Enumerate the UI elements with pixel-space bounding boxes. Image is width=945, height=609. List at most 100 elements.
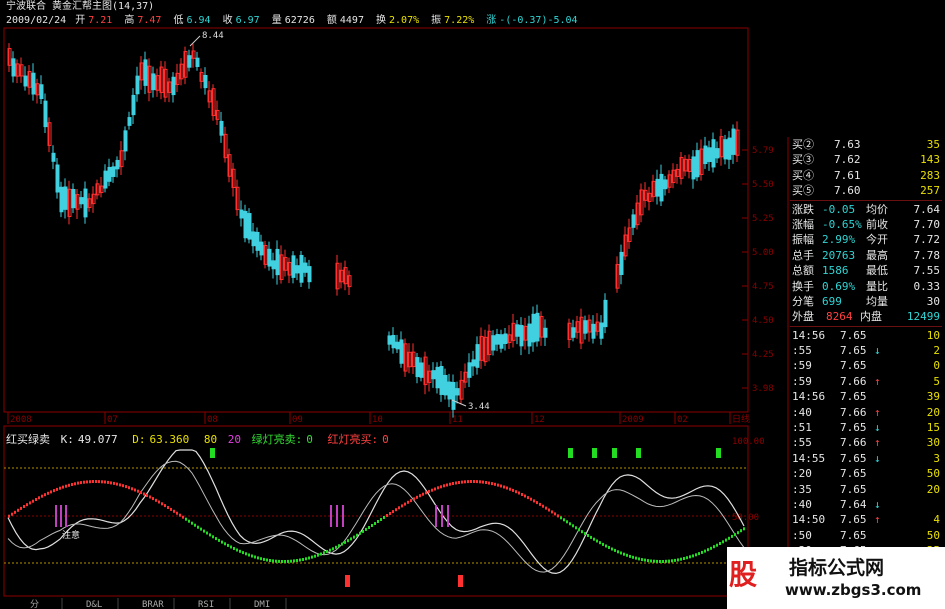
- watermark-logo: 股: [729, 558, 758, 591]
- candlestick: [527, 323, 532, 347]
- trend-dot: [164, 504, 166, 508]
- candlestick: [619, 251, 624, 275]
- tick-row[interactable]: :35 7.65 20: [790, 482, 942, 497]
- tick-row[interactable]: :55 7.65 ↓ 2: [790, 343, 942, 358]
- open-label: 开: [75, 15, 86, 26]
- trend-dot: [80, 481, 82, 485]
- candlestick: [419, 362, 424, 378]
- trend-dot: [524, 494, 526, 498]
- tick-row[interactable]: :51 7.65 ↓ 15: [790, 420, 942, 435]
- trend-dot: [512, 488, 514, 492]
- bid-volume: 35: [926, 138, 940, 151]
- x-tick-label: 12: [534, 415, 545, 425]
- trend-dot: [359, 531, 361, 535]
- trend-dot: [422, 492, 424, 496]
- trend-dot: [635, 556, 637, 560]
- stat-value: 2.99%: [822, 233, 856, 247]
- amount-value: 4497: [339, 15, 364, 26]
- bid-label: 买②: [792, 138, 814, 151]
- trend-dot: [326, 550, 328, 553]
- trend-dot: [335, 545, 337, 549]
- trend-dot: [611, 547, 613, 551]
- panel-divider: [790, 325, 942, 327]
- trend-dot: [107, 480, 109, 484]
- trend-dot: [362, 529, 364, 533]
- indicator-tab[interactable]: DMI: [254, 600, 270, 609]
- stat-value: 699: [822, 294, 842, 308]
- indicator-name[interactable]: 红买绿卖: [6, 433, 50, 446]
- stat-value: 1586: [822, 264, 849, 278]
- amount-label: 额: [326, 15, 337, 26]
- trend-dot: [545, 506, 547, 510]
- trend-dot: [485, 481, 487, 484]
- attention-bar: [435, 505, 437, 527]
- buy-signal-bar: [458, 575, 463, 587]
- trend-dot: [449, 482, 451, 486]
- tick-row[interactable]: :59 7.66 ↑ 5: [790, 374, 942, 389]
- indicator-tab[interactable]: RSI: [198, 600, 214, 609]
- candlestick: [727, 137, 732, 160]
- x-tick-label: 02: [677, 415, 688, 425]
- trend-dot: [407, 500, 409, 504]
- stock-name[interactable]: 宁波联合: [6, 1, 46, 12]
- trend-dot: [710, 546, 712, 550]
- tick-row[interactable]: :55 7.66 ↑ 30: [790, 435, 942, 450]
- candlestick: [439, 365, 444, 395]
- tick-volume: 50: [926, 467, 940, 481]
- trend-dot: [731, 534, 733, 538]
- candlestick: [571, 327, 576, 338]
- indicator-tab[interactable]: BRAR: [142, 600, 164, 609]
- trend-dot: [500, 484, 502, 488]
- candlestick: [79, 197, 84, 205]
- tick-row[interactable]: 14:56 7.65 39: [790, 389, 942, 404]
- tick-row[interactable]: :50 7.65 50: [790, 528, 942, 543]
- tick-row[interactable]: 14:50 7.65 ↑ 4: [790, 512, 942, 527]
- stat-label: 总手: [792, 248, 814, 262]
- trend-dot: [461, 480, 463, 484]
- trend-dot: [518, 491, 520, 495]
- trend-dot: [116, 482, 118, 486]
- stock-terminal-window: 5.79 5.50 5.25 5.00 4.75 4.50 4.25 3.98 2008 07 08…: [0, 0, 945, 609]
- tick-row[interactable]: :20 7.65 50: [790, 466, 942, 481]
- trend-dot: [185, 517, 187, 521]
- tick-row[interactable]: :40 7.64 ↓: [790, 497, 942, 512]
- trend-dot: [98, 480, 100, 484]
- indicator-tab[interactable]: 分: [30, 599, 39, 609]
- trend-dot: [137, 489, 139, 493]
- trend-dot: [176, 511, 178, 515]
- change-label: 涨: [486, 15, 497, 26]
- tick-row[interactable]: :59 7.65 0: [790, 358, 942, 373]
- y-tick-label: 5.25: [752, 214, 774, 224]
- bid-row[interactable]: 买④ 7.61 283: [790, 168, 942, 183]
- outer-value: 8264: [826, 310, 853, 324]
- tick-row[interactable]: 14:56 7.65 10: [790, 328, 942, 343]
- tick-row[interactable]: :40 7.66 ↑ 20: [790, 405, 942, 420]
- tick-row[interactable]: 14:55 7.65 ↓ 3: [790, 451, 942, 466]
- low-value: 6.94: [186, 15, 211, 26]
- bid-row[interactable]: 买② 7.63 35: [790, 137, 942, 152]
- tick-price: 7.64: [840, 497, 867, 511]
- trend-dot: [281, 560, 283, 563]
- bid-price: 7.62: [834, 153, 861, 167]
- attention-bar: [65, 505, 67, 527]
- bid-row[interactable]: 买⑤ 7.60 257: [790, 183, 942, 198]
- trend-dot: [59, 486, 61, 490]
- trend-dot: [713, 545, 715, 549]
- trend-dot: [41, 494, 43, 498]
- trend-dot: [344, 540, 346, 544]
- indicator-tab[interactable]: D&L: [86, 600, 102, 609]
- trend-dot: [734, 533, 736, 537]
- tick-list[interactable]: 14:56 7.65 10:55 7.65 ↓ 2:59 7.65 0:59 7.66 ↑ 5 14:…: [790, 328, 942, 574]
- indicator-y-label: 50.00: [732, 513, 759, 523]
- y-tick-label: 3.98: [752, 384, 774, 394]
- trend-dot: [221, 540, 223, 544]
- tick-arrow: ↑: [874, 436, 881, 450]
- bid-row[interactable]: 买③ 7.62 143: [790, 152, 942, 167]
- trend-dot: [290, 559, 292, 563]
- trend-dot: [491, 482, 493, 486]
- candlestick: [151, 73, 156, 91]
- bid-label: 买③: [792, 153, 814, 167]
- trend-dot: [257, 556, 259, 560]
- trend-dot: [599, 541, 601, 545]
- trend-dot: [626, 553, 628, 557]
